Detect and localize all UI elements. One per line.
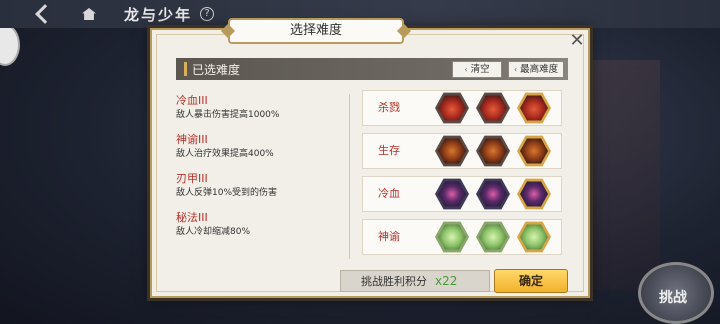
score-label: 挑战胜利积分 xyxy=(361,275,427,288)
divider xyxy=(349,94,350,259)
challenge-button[interactable]: 挑战 xyxy=(638,262,714,324)
coldblood-level-3-icon[interactable] xyxy=(517,178,551,210)
challenge-button-label: 挑战 xyxy=(659,290,687,306)
modifier-desc: 敌人暴击伤害提高1000% xyxy=(176,110,280,120)
modifier-name: 秘法III xyxy=(176,211,208,224)
max-difficulty-label: 最高难度 xyxy=(520,64,559,75)
list-item: 神谕III 敌人治疗效果提高400% xyxy=(176,133,346,172)
kill-level-2-icon[interactable] xyxy=(476,92,510,124)
score-bar: 挑战胜利积分 x22 xyxy=(340,270,490,292)
survival-level-1-icon[interactable] xyxy=(435,135,469,167)
category-row-kill: 杀戮 xyxy=(362,90,562,126)
category-row-coldblood: 冷血 xyxy=(362,176,562,212)
modifier-name: 冷血III xyxy=(176,94,208,107)
list-item: 秘法III 敌人冷却缩减80% xyxy=(176,211,346,250)
survival-level-2-icon[interactable] xyxy=(476,135,510,167)
modifier-desc: 敌人反弹10%受到的伤害 xyxy=(176,188,278,198)
oracle-level-3-icon[interactable] xyxy=(517,221,551,253)
home-icon[interactable] xyxy=(82,8,96,20)
page-title: 龙与少年 xyxy=(124,5,193,24)
dialog-title: 选择难度 xyxy=(228,18,404,44)
category-name: 杀戮 xyxy=(378,101,400,114)
category-name: 神谕 xyxy=(378,230,400,243)
survival-level-3-icon[interactable] xyxy=(517,135,551,167)
coldblood-level-1-icon[interactable] xyxy=(435,178,469,210)
selected-list: 冷血III 敌人暴击伤害提高1000% 神谕III 敌人治疗效果提高400% 刃… xyxy=(176,94,346,250)
help-icon[interactable]: ? xyxy=(200,7,215,21)
category-row-oracle: 神谕 xyxy=(362,219,562,255)
modifier-desc: 敌人治疗效果提高400% xyxy=(176,149,274,159)
coldblood-level-2-icon[interactable] xyxy=(476,178,510,210)
modifier-name: 刃甲III xyxy=(176,172,208,185)
header-mark xyxy=(184,62,187,76)
category-row-survival: 生存 xyxy=(362,133,562,169)
chevron-icon: ‹ xyxy=(513,65,518,74)
kill-level-3-icon[interactable] xyxy=(517,92,551,124)
clear-button-label: 清空 xyxy=(470,64,490,75)
category-name: 冷血 xyxy=(378,187,400,200)
category-rows: 杀戮 生存 冷血 神谕 xyxy=(362,90,562,262)
close-icon[interactable]: ✕ xyxy=(568,32,586,50)
category-name: 生存 xyxy=(378,144,400,157)
score-value: x22 xyxy=(435,274,458,288)
max-difficulty-button[interactable]: ‹ 最高难度 xyxy=(508,61,564,78)
back-arrow-icon[interactable] xyxy=(35,4,55,24)
kill-level-1-icon[interactable] xyxy=(435,92,469,124)
list-item: 刃甲III 敌人反弹10%受到的伤害 xyxy=(176,172,346,211)
modifier-desc: 敌人冷却缩减80% xyxy=(176,227,251,237)
clear-button[interactable]: ‹ 清空 xyxy=(452,61,502,78)
list-item: 冷血III 敌人暴击伤害提高1000% xyxy=(176,94,346,133)
modifier-name: 神谕III xyxy=(176,133,208,146)
oracle-level-2-icon[interactable] xyxy=(476,221,510,253)
confirm-button[interactable]: 确定 xyxy=(494,269,568,293)
oracle-level-1-icon[interactable] xyxy=(435,221,469,253)
selected-header-label: 已选难度 xyxy=(192,62,241,77)
chevron-icon: ‹ xyxy=(464,65,468,74)
